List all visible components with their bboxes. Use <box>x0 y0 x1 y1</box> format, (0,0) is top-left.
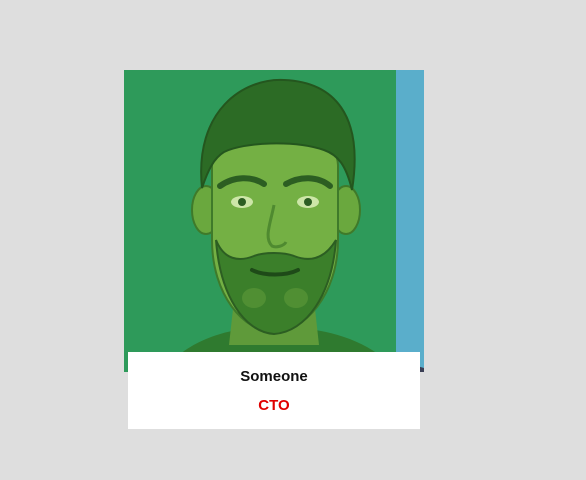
profile-photo <box>124 70 424 372</box>
profile-role: CTO <box>258 397 290 414</box>
profile-name: Someone <box>240 368 308 385</box>
bearded-man-portrait-icon <box>124 70 424 372</box>
profile-caption: Someone CTO <box>128 352 420 429</box>
profile-card: Someone CTO <box>124 70 424 430</box>
